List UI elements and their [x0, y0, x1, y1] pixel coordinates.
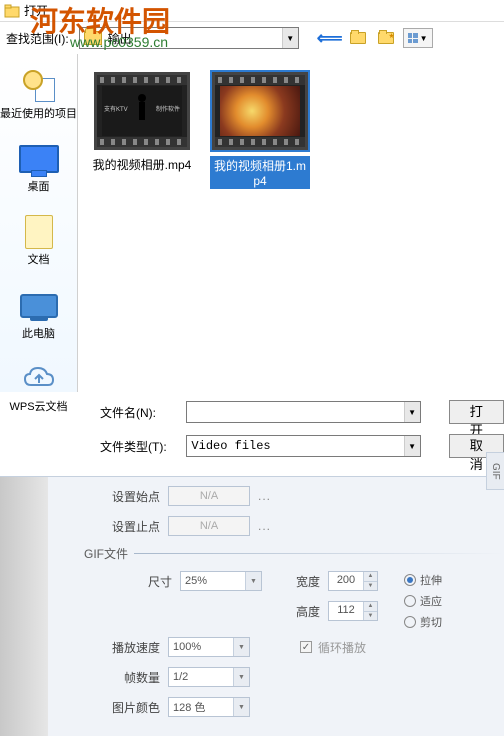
filename-input[interactable]: ▼ [186, 401, 420, 423]
size-label: 尺寸 [116, 573, 172, 590]
start-browse-button[interactable]: ... [258, 489, 271, 503]
filetype-label: 文件类型(T): [100, 438, 176, 455]
chevron-down-icon[interactable]: ▼ [404, 402, 420, 422]
recent-icon [23, 70, 55, 102]
chevron-down-icon[interactable]: ▼ [404, 436, 420, 456]
sidebar-recent[interactable]: 最近使用的项目 [0, 68, 77, 121]
radio-stretch[interactable]: 拉伸 [404, 572, 442, 588]
sidebar-wps-cloud[interactable]: WPS云文档 [9, 361, 67, 414]
up-folder-button[interactable] [347, 28, 369, 48]
sidebar-desktop-label: 桌面 [28, 181, 50, 194]
settings-panel: 设置始点 N/A ... 设置止点 N/A ... GIF文件 尺寸 25%▼ … [0, 476, 504, 736]
frames-label: 帧数量 [104, 669, 160, 686]
file-name-label: 我的视频相册.mp4 [93, 156, 192, 173]
file-list[interactable]: 支有KTV 制作软件 我的视频相册.mp4 我的视频相册1.mp4 [78, 54, 504, 392]
thumb-text-right: 制作软件 [156, 104, 180, 113]
gif-side-tab[interactable]: GIF [486, 452, 504, 490]
documents-icon [25, 215, 53, 249]
window-title: 打开 [24, 2, 48, 19]
spin-down-icon[interactable]: ▼ [364, 612, 377, 621]
scale-mode-radios: 拉伸 适应 剪切 [404, 572, 442, 630]
speed-label: 播放速度 [104, 639, 160, 656]
start-point-field: N/A [168, 486, 250, 506]
gif-section-header: GIF文件 [84, 545, 504, 562]
width-label: 宽度 [288, 573, 320, 590]
filetype-dropdown[interactable]: Video files ▼ [186, 435, 420, 457]
colors-dropdown[interactable]: 128 色▼ [168, 697, 250, 717]
end-point-field: N/A [168, 516, 250, 536]
sidebar-documents-label: 文档 [28, 254, 50, 267]
spin-up-icon[interactable]: ▲ [364, 602, 377, 612]
size-dropdown[interactable]: 25%▼ [180, 571, 262, 591]
back-arrow-icon: ⟸ [317, 28, 343, 49]
height-label: 高度 [288, 603, 320, 620]
folder-dropdown[interactable]: 输出 ▼ [79, 27, 299, 49]
open-icon [4, 3, 20, 19]
dropdown-arrow-icon[interactable]: ▼ [282, 28, 298, 48]
frames-dropdown[interactable]: 1/2▼ [168, 667, 250, 687]
sidebar-desktop[interactable]: 桌面 [19, 141, 59, 194]
grid-view-icon [408, 33, 418, 43]
set-end-label: 设置止点 [104, 518, 160, 535]
set-start-label: 设置始点 [104, 488, 160, 505]
chevron-down-icon[interactable]: ▼ [233, 698, 249, 716]
spin-up-icon[interactable]: ▲ [364, 572, 377, 582]
file-name-label: 我的视频相册1.mp4 [210, 156, 310, 189]
sidebar-this-pc[interactable]: 此电脑 [19, 288, 59, 341]
dancer-silhouette-icon [133, 94, 151, 128]
spin-down-icon[interactable]: ▼ [364, 582, 377, 591]
sidebar-this-pc-label: 此电脑 [22, 328, 55, 341]
folder-name: 输出 [106, 30, 282, 47]
width-spinner[interactable]: 200▲▼ [328, 571, 378, 591]
radio-icon [404, 616, 416, 628]
view-menu-button[interactable]: ▼ [403, 28, 433, 48]
chevron-down-icon[interactable]: ▼ [245, 572, 261, 590]
thumb-text-left: 支有KTV [104, 104, 128, 113]
back-button[interactable]: ⟸ [319, 28, 341, 48]
toolbar: 查找范围(I): 输出 ▼ ⟸ ▼ [0, 22, 504, 54]
file-form: 文件名(N): ▼ 打开 文件类型(T): Video files ▼ 取消 [0, 392, 504, 476]
video-thumbnail [212, 72, 308, 150]
end-browse-button[interactable]: ... [258, 519, 271, 533]
titlebar: 打开 [0, 0, 504, 22]
chevron-down-icon[interactable]: ▼ [233, 668, 249, 686]
lookup-range-label: 查找范围(I): [6, 30, 69, 47]
desktop-icon [19, 145, 59, 173]
loop-label: 循环播放 [318, 639, 366, 656]
filename-label: 文件名(N): [100, 404, 176, 421]
filetype-value: Video files [187, 439, 403, 453]
sidebar-wps-label: WPS云文档 [9, 401, 67, 414]
places-sidebar: 最近使用的项目 桌面 文档 此电脑 WPS云文档 [0, 54, 78, 392]
file-item[interactable]: 支有KTV 制作软件 我的视频相册.mp4 [92, 72, 192, 173]
sidebar-recent-label: 最近使用的项目 [0, 108, 77, 121]
radio-icon [404, 574, 416, 586]
colors-label: 图片颜色 [104, 699, 160, 716]
radio-fit[interactable]: 适应 [404, 593, 442, 609]
folder-up-icon [350, 32, 366, 44]
video-thumbnail: 支有KTV 制作软件 [94, 72, 190, 150]
folder-icon [84, 31, 102, 45]
chevron-down-icon: ▼ [420, 34, 428, 43]
loop-checkbox[interactable]: ✓ [300, 641, 312, 653]
chevron-down-icon[interactable]: ▼ [233, 638, 249, 656]
height-spinner[interactable]: 112▲▼ [328, 601, 378, 621]
sidebar-documents[interactable]: 文档 [19, 214, 59, 267]
new-folder-icon [378, 32, 394, 44]
radio-icon [404, 595, 416, 607]
speed-dropdown[interactable]: 100%▼ [168, 637, 250, 657]
file-item-selected[interactable]: 我的视频相册1.mp4 [210, 72, 310, 189]
open-button[interactable]: 打开 [449, 400, 504, 424]
cloud-icon [19, 361, 59, 397]
pc-icon [20, 294, 58, 318]
new-folder-button[interactable] [375, 28, 397, 48]
